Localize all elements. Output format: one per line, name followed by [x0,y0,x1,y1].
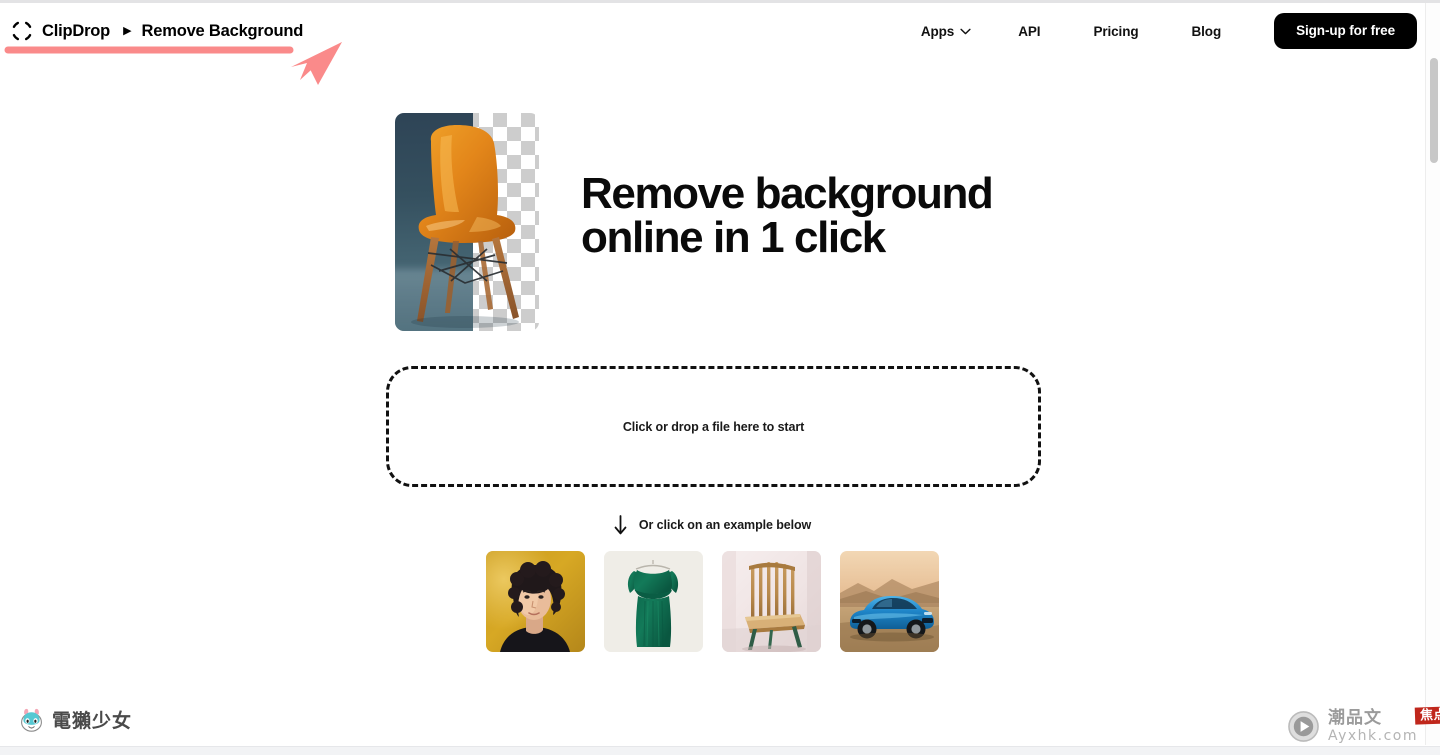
example-green-dress[interactable] [604,551,703,652]
example-wooden-chair[interactable] [722,551,821,652]
examples-row [0,551,1425,652]
file-dropzone-label: Click or drop a file here to start [622,419,805,434]
file-dropzone[interactable]: Click or drop a file here to start [386,366,1041,487]
hero-copy: Remove background online in 1 click [581,113,994,262]
watermark-right-top-label: 潮品文 [1327,708,1382,728]
examples-hint: Or click on an example below [0,515,1425,535]
watermark-right-badge: 焦点 [1414,706,1440,725]
otter-mascot-icon [21,708,42,732]
nav-item-blog[interactable]: Blog [1192,16,1222,47]
example-portrait-woman[interactable] [486,551,585,652]
breadcrumb[interactable]: ClipDrop ▶ Remove Background [11,20,303,42]
nav-item-apps[interactable]: Apps [921,16,971,47]
nav-item-api[interactable]: API [1018,16,1040,47]
page-root: ClipDrop ▶ Remove Background Apps API Pr… [0,0,1440,755]
scrollbar-thumb[interactable] [1430,58,1438,163]
breadcrumb-separator-icon: ▶ [123,24,132,37]
watermark-right: 潮品文 焦点 Ayxhk.com [1287,706,1440,744]
watermark-right-text: 潮品文 焦点 Ayxhk.com [1327,706,1440,744]
example-blue-sports-car[interactable] [840,551,939,652]
examples-hint-label: Or click on an example below [638,518,812,532]
orange-chair-illustration [411,125,519,328]
signup-button[interactable]: Sign-up for free [1274,13,1417,49]
page-title: Remove background online in 1 click [581,169,994,262]
chevron-down-icon [960,28,971,34]
hero-section: Remove background online in 1 click [395,113,994,331]
nav-item-apps-label: Apps [920,23,955,39]
browser-bottom-edge [0,746,1440,755]
nav-item-pricing[interactable]: Pricing [1093,16,1138,47]
watermark-left-label: 電獺少女 [52,710,133,732]
nav-item-api-label: API [1018,23,1041,39]
site-header: ClipDrop ▶ Remove Background Apps API Pr… [0,3,1425,59]
main-navigation: Apps API Pricing Blog Sign-up for free [921,13,1425,49]
arrow-down-icon [614,515,627,535]
nav-item-pricing-label: Pricing [1093,23,1139,39]
hero-preview-image [395,113,539,331]
clipdrop-logo-icon[interactable] [11,20,33,42]
watermark-right-url: Ayxhk.com [1327,728,1418,744]
watermark-left: 電獺少女 [18,706,132,733]
vertical-scrollbar[interactable] [1425,3,1440,745]
brand-name[interactable]: ClipDrop [42,22,110,41]
breadcrumb-current-page: Remove Background [141,21,304,40]
play-circle-icon [1288,711,1319,742]
nav-item-blog-label: Blog [1191,23,1222,39]
